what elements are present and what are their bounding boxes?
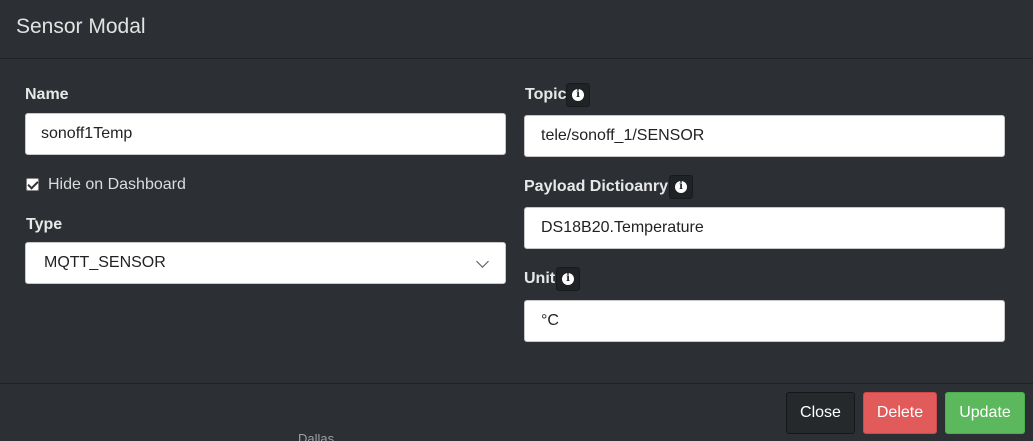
topic-info-button[interactable]: i	[566, 83, 590, 107]
unit-label: Unit	[524, 270, 556, 287]
type-select[interactable]: MQTT_SENSOR	[25, 242, 506, 284]
sensor-modal: Sensor Modal Name sonoff1Temp Hide on Da…	[0, 0, 1033, 441]
delete-button[interactable]: Delete	[863, 392, 937, 434]
payload-dictionary-input[interactable]: DS18B20.Temperature	[524, 207, 1005, 249]
topic-label: Topic	[525, 86, 567, 103]
info-icon: i	[572, 89, 584, 101]
hide-on-dashboard-checkbox[interactable]	[26, 178, 39, 191]
name-label: Name	[25, 86, 69, 103]
type-select-value: MQTT_SENSOR	[44, 254, 166, 271]
modal-footer: Close Delete Update	[0, 383, 1033, 441]
info-icon: i	[562, 273, 574, 285]
payload-info-button[interactable]: i	[669, 175, 693, 199]
chevron-down-icon	[476, 255, 489, 268]
type-label: Type	[26, 216, 63, 233]
modal-title: Sensor Modal	[16, 15, 146, 38]
unit-info-button[interactable]: i	[556, 267, 580, 291]
info-icon: i	[675, 181, 687, 193]
background-page-text: Dallas	[298, 434, 348, 441]
modal-header: Sensor Modal	[0, 0, 1033, 59]
hide-on-dashboard-label[interactable]: Hide on Dashboard	[48, 176, 186, 194]
modal-body: Name sonoff1Temp Hide on Dashboard Type …	[0, 60, 1033, 382]
update-button[interactable]: Update	[945, 392, 1025, 434]
close-button[interactable]: Close	[786, 392, 855, 434]
payload-dictionary-label: Payload Dictioanry	[524, 178, 669, 195]
topic-input[interactable]: tele/sonoff_1/SENSOR	[524, 115, 1005, 157]
unit-input[interactable]: °C	[524, 300, 1005, 342]
name-input[interactable]: sonoff1Temp	[25, 113, 506, 155]
